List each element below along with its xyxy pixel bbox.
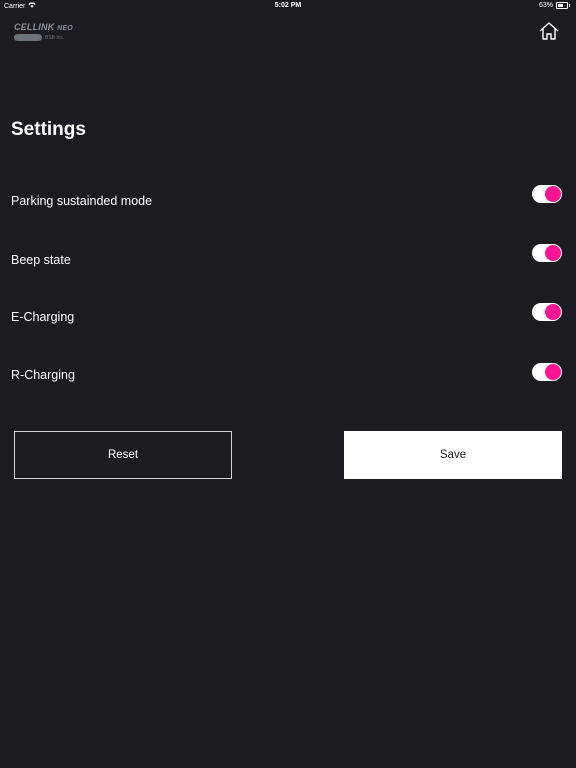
setting-row-beep-state: Beep state	[0, 244, 576, 274]
home-icon	[539, 22, 559, 40]
toggle-parking-sustained-mode[interactable]	[532, 185, 562, 203]
setting-row-e-charging: E-Charging	[0, 302, 576, 332]
logo-brand-suffix: NEO	[57, 25, 73, 32]
reset-button[interactable]: Reset	[14, 431, 232, 479]
save-button[interactable]: Save	[344, 431, 562, 479]
battery-percent: 63%	[538, 2, 553, 9]
status-time: 5:02 PM	[274, 2, 302, 9]
toggle-beep-state[interactable]	[532, 244, 562, 262]
setting-label-r-charging: R-Charging	[11, 368, 75, 382]
toggle-knob	[545, 304, 561, 320]
toggle-knob	[545, 245, 561, 261]
battery-status: 63%	[539, 2, 570, 9]
battery-tip	[569, 4, 570, 7]
logo-company: BSB Inc.	[14, 34, 80, 41]
battery-fill	[558, 4, 564, 7]
logo-brand: CELLINK NEO	[14, 22, 80, 32]
toggle-knob	[545, 186, 561, 202]
toggle-r-charging[interactable]	[532, 363, 562, 381]
setting-row-parking-sustained-mode: Parking sustainded mode	[0, 185, 576, 215]
logo-brand-name: CELLINK	[14, 22, 55, 32]
status-bar: Carrier 5:02 PM 63%	[0, 0, 576, 12]
setting-row-r-charging: R-Charging	[0, 362, 576, 392]
page-title: Settings	[11, 119, 86, 140]
setting-label-e-charging: E-Charging	[11, 310, 75, 324]
toggle-e-charging[interactable]	[532, 303, 562, 321]
logo-company-name: BSB Inc.	[45, 34, 65, 41]
setting-label-beep-state: Beep state	[11, 253, 71, 267]
home-button[interactable]	[538, 20, 560, 42]
logo-emblem	[14, 34, 42, 41]
brand-logo: CELLINK NEO BSB Inc.	[14, 22, 80, 46]
setting-label-parking-sustained-mode: Parking sustainded mode	[11, 194, 153, 208]
toggle-knob	[545, 364, 561, 380]
battery-icon	[556, 2, 568, 9]
